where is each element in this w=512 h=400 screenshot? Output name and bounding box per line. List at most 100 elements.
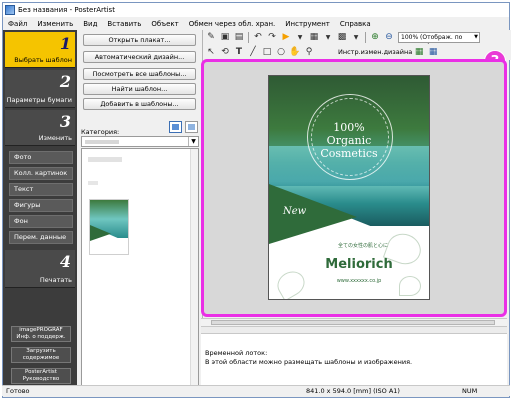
canvas-horizontal-scrollbar[interactable] — [201, 318, 507, 326]
tray-splitter[interactable] — [201, 326, 507, 334]
step-select-template[interactable]: 1 Выбрать шаблон — [5, 32, 75, 68]
rotate-icon[interactable]: ⟲ — [219, 46, 231, 58]
poster-preview[interactable]: 100% Organic Cosmetics New 全ての女性の肌と心に Me… — [268, 75, 430, 300]
zoom-select[interactable]: 100% (Отображ. по размеру) ▼ — [398, 31, 480, 50]
sub-item-photo[interactable]: Фото — [9, 151, 73, 164]
paper-size: 841.0 x 594.0 [mm] (ISO A1) — [306, 387, 400, 395]
menu-bar: Файл Изменить Вид Вставить Объект Обмен … — [3, 17, 509, 30]
text-tool-icon[interactable]: T — [233, 46, 245, 58]
step-paper-settings[interactable]: 2 Параметры бумаги — [5, 70, 75, 108]
button-line: Инф. о поддерж. — [16, 334, 66, 340]
color-icon[interactable]: ▦ — [427, 46, 439, 58]
step-number: 3 — [59, 112, 71, 131]
template-thumbnail[interactable] — [89, 199, 129, 255]
app-icon — [5, 5, 15, 15]
poster-new-label: New — [283, 206, 307, 217]
list-item — [88, 157, 122, 162]
step-label: Изменить — [38, 134, 72, 142]
status-text: Готово — [6, 387, 30, 395]
category-value — [85, 140, 119, 144]
step-label: Параметры бумаги — [6, 96, 72, 104]
save-icon[interactable]: ▤ — [233, 31, 245, 43]
temporary-tray[interactable]: Временной лоток: В этой области можно ра… — [201, 334, 507, 385]
open-icon[interactable]: ▣ — [219, 31, 231, 43]
chevron-down-icon[interactable]: ▼ — [474, 33, 478, 42]
button-line: PosterArtist — [25, 369, 57, 375]
support-info-button[interactable]: imagePROGRAF Инф. о поддерж. — [11, 326, 71, 342]
find-template-button[interactable]: Найти шаблон... — [83, 83, 196, 95]
sub-item-variable-data[interactable]: Перем. данные — [9, 231, 73, 244]
step-edit[interactable]: 3 Изменить — [5, 110, 75, 146]
grid-icon[interactable]: ▩ — [336, 31, 348, 43]
poster-brand: Meliorich — [325, 257, 393, 272]
status-bar: Готово 841.0 x 594.0 [mm] (ISO A1) NUM — [2, 385, 510, 396]
numlock-indicator: NUM — [462, 387, 478, 395]
step-label: Печатать — [39, 276, 72, 284]
guide-button[interactable]: PosterArtist Руководство — [11, 368, 71, 384]
sub-item-background[interactable]: Фон — [9, 215, 73, 228]
eyedropper-icon[interactable]: ⚲ — [303, 46, 315, 58]
title-bar: Без названия - PosterArtist — [3, 3, 509, 17]
ellipse-tool-icon[interactable]: ○ — [275, 46, 287, 58]
zoom-out-icon[interactable]: ⊖ — [383, 31, 395, 43]
layout-icon[interactable]: ▦ — [413, 46, 425, 58]
step-number: 2 — [59, 72, 71, 91]
button-line: imagePROGRAF — [19, 327, 63, 333]
open-poster-button[interactable]: Открыть плакат... — [83, 34, 196, 46]
step-label: Выбрать шаблон — [14, 56, 72, 64]
poster-tagline: 全ての女性の肌と心に — [337, 243, 388, 249]
template-panel: Открыть плакат... Автоматический дизайн.… — [77, 30, 203, 388]
menu-edit[interactable]: Изменить — [32, 20, 78, 28]
select-arrow-icon[interactable]: ↖ — [205, 46, 217, 58]
dropdown-icon[interactable]: ▼ — [350, 31, 362, 43]
download-content-button[interactable]: Загрузить содержимое — [11, 347, 71, 363]
poster-headline: 100% — [333, 121, 365, 134]
category-select[interactable]: ▼ — [81, 136, 199, 147]
menu-view[interactable]: Вид — [78, 20, 102, 28]
line-tool-icon[interactable]: ╱ — [247, 46, 259, 58]
button-line: содержимое — [22, 355, 60, 361]
hand-tool-icon[interactable]: ✋ — [289, 46, 301, 58]
template-list-scrollbar[interactable] — [190, 149, 198, 387]
button-line: Руководство — [22, 376, 60, 382]
button-line: Загрузить — [26, 348, 56, 354]
undo-icon[interactable]: ↶ — [252, 31, 264, 43]
step-print[interactable]: 4 Печатать — [5, 250, 75, 288]
step-number: 1 — [59, 34, 71, 53]
zoom-in-icon[interactable]: ⊕ — [369, 31, 381, 43]
poster-headline: Organic — [326, 134, 372, 147]
edit-icon[interactable]: ✎ — [205, 31, 217, 43]
redo-icon[interactable]: ↷ — [266, 31, 278, 43]
dropdown-icon[interactable]: ▼ — [294, 31, 306, 43]
separator — [365, 31, 366, 43]
grid-view-icon[interactable] — [185, 121, 198, 133]
chevron-down-icon[interactable]: ▼ — [188, 137, 198, 146]
design-change-tool-label[interactable]: Инстр.измен.дизайна — [338, 48, 412, 56]
paste-icon[interactable]: ▦ — [308, 31, 320, 43]
sub-item-shapes[interactable]: Фигуры — [9, 199, 73, 212]
tray-description: В этой области можно размещать шаблоны и… — [205, 358, 413, 366]
menu-insert[interactable]: Вставить — [102, 20, 146, 28]
tray-title: Временной лоток: — [205, 349, 268, 357]
scrollbar-thumb[interactable] — [211, 320, 495, 325]
drawing-toolbar: ↖ ⟲ T ╱ □ ○ ✋ ⚲ Инстр.измен.дизайна ▦ ▦ — [204, 44, 511, 60]
large-thumbnail-view-icon[interactable] — [169, 121, 182, 133]
flag-icon[interactable]: ▶ — [280, 31, 292, 43]
step-number: 4 — [59, 252, 71, 271]
poster-url: www.xxxxxx.co.jp — [336, 278, 382, 284]
poster-headline: Cosmetics — [320, 147, 378, 160]
add-to-templates-button[interactable]: Добавить в шаблоны... — [83, 98, 196, 110]
view-all-templates-button[interactable]: Посмотреть все шаблоны... — [83, 68, 196, 80]
separator — [248, 31, 249, 43]
menu-cloud[interactable]: Обмен через обл. хран. — [184, 20, 281, 28]
menu-object[interactable]: Объект — [146, 20, 183, 28]
dropdown-icon[interactable]: ▼ — [322, 31, 334, 43]
sub-item-text[interactable]: Текст — [9, 183, 73, 196]
sub-item-clipart[interactable]: Колл. картинок — [9, 167, 73, 180]
category-label: Категория: — [81, 128, 120, 136]
auto-design-button[interactable]: Автоматический дизайн... — [83, 51, 196, 63]
menu-help[interactable]: Справка — [335, 20, 376, 28]
rectangle-tool-icon[interactable]: □ — [261, 46, 273, 58]
menu-tools[interactable]: Инструмент — [280, 20, 335, 28]
menu-file[interactable]: Файл — [3, 20, 32, 28]
